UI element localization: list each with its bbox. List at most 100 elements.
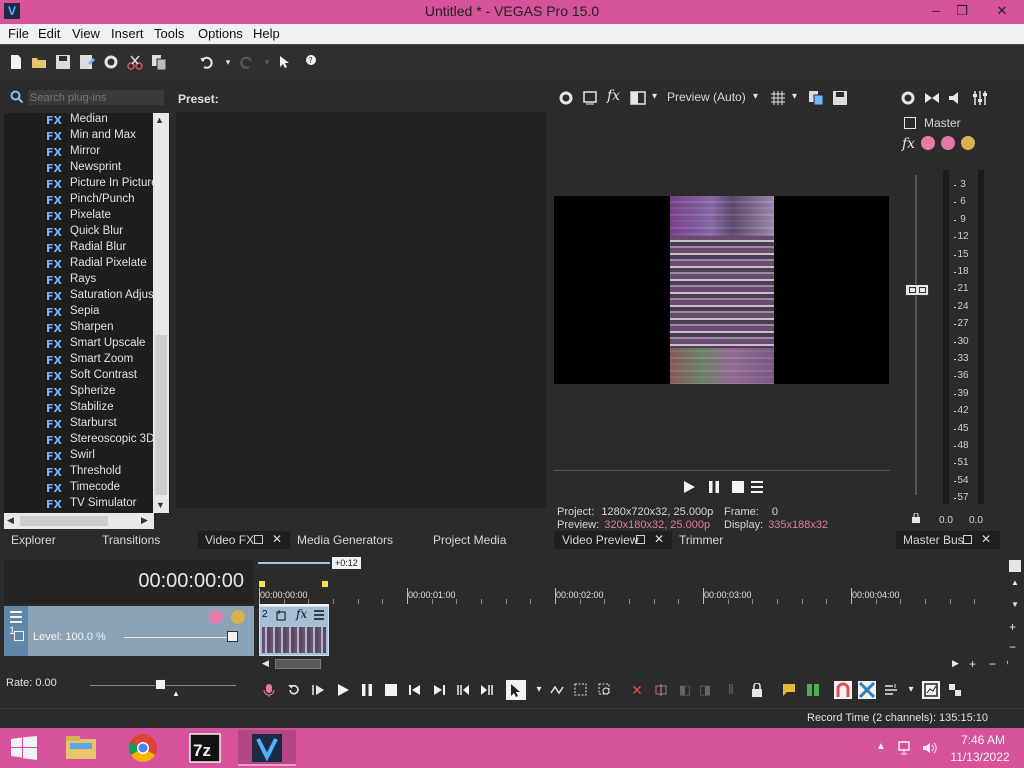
plugin-item[interactable]: FX Pixelate — [4, 209, 164, 225]
trim-start-icon[interactable]: ◧ — [678, 683, 692, 697]
level-slider-handle[interactable] — [227, 631, 238, 642]
preview-menu-icon[interactable] — [750, 480, 764, 494]
split-icon[interactable]: ⫴ — [724, 683, 738, 697]
lock-envelopes-to-events-icon[interactable] — [922, 681, 940, 699]
record-icon[interactable] — [262, 683, 276, 697]
properties-icon[interactable] — [103, 54, 119, 70]
clip-pan-crop-icon[interactable] — [276, 609, 288, 621]
plugin-item[interactable]: FX Picture In Picture — [4, 177, 164, 193]
stop-icon[interactable] — [384, 683, 398, 697]
close-button[interactable]: ✕ — [986, 0, 1018, 22]
loop-start-marker[interactable] — [259, 581, 265, 587]
preview-play-icon[interactable] — [682, 480, 696, 494]
track-menu-icon[interactable] — [9, 610, 23, 624]
track-expand-icon[interactable] — [14, 631, 24, 641]
master-fx-icon[interactable]: fx — [902, 136, 915, 152]
plugin-list-vscroll-thumb[interactable] — [155, 335, 167, 495]
timeline-hscroll[interactable]: ◀ ▶ + − — [259, 656, 1019, 672]
plugin-item[interactable]: FX Starburst — [4, 417, 164, 433]
scroll-right-icon[interactable]: ▶ — [141, 515, 148, 526]
preview-settings-icon[interactable] — [558, 90, 574, 106]
master-mute-box-icon[interactable] — [904, 117, 916, 129]
ripple-edit-icon[interactable] — [884, 683, 898, 697]
show-hidden-icons-icon[interactable]: ▲ — [876, 741, 886, 752]
mixer-settings-icon[interactable] — [900, 90, 916, 106]
master-fader-track[interactable] — [915, 175, 917, 495]
plugin-item[interactable]: FX Stabilize — [4, 401, 164, 417]
timeline-scroll-up-icon[interactable]: ▲ — [1011, 578, 1019, 587]
master-solo-icon[interactable] — [961, 136, 975, 150]
undock-icon[interactable] — [254, 535, 263, 544]
preview-stop-icon[interactable] — [731, 480, 745, 494]
undo-dropdown-icon[interactable]: ▾ — [220, 54, 236, 70]
pause-icon[interactable] — [360, 683, 374, 697]
zoom-in-icon[interactable]: + — [969, 657, 976, 671]
plugin-item[interactable]: FX Mirror — [4, 145, 164, 161]
lock-icon[interactable] — [911, 512, 921, 523]
menu-options[interactable]: Options — [198, 26, 243, 41]
new-icon[interactable] — [8, 54, 24, 70]
zoom-out-icon[interactable]: − — [989, 657, 996, 671]
undock-icon[interactable] — [636, 535, 645, 544]
tab-explorer[interactable]: Explorer — [11, 531, 56, 549]
timeline-hscroll-thumb[interactable] — [275, 659, 321, 669]
lock-envelopes-icon[interactable] — [750, 682, 764, 697]
close-tab-icon[interactable]: ✕ — [654, 532, 664, 546]
track-zoom-in-icon[interactable]: + — [1009, 620, 1016, 634]
track-solo-icon[interactable] — [231, 610, 245, 624]
menu-insert[interactable]: Insert — [111, 26, 144, 41]
scroll-left-icon[interactable]: ◀ — [7, 515, 14, 526]
tab-video-fx-active[interactable]: Video FX ✕ — [198, 531, 290, 549]
trim-icon[interactable] — [654, 683, 668, 697]
delete-icon[interactable]: ✕ — [630, 683, 644, 697]
zoom-tool-transport-icon[interactable] — [598, 683, 612, 697]
level-slider-track[interactable] — [124, 637, 234, 638]
menu-tools[interactable]: Tools — [154, 26, 184, 41]
preview-pause-icon[interactable] — [707, 480, 721, 494]
split-screen-icon[interactable] — [630, 90, 646, 106]
loop-end-marker[interactable] — [322, 581, 328, 587]
plugin-item[interactable]: FX Pinch/Punch — [4, 193, 164, 209]
ripple-dropdown-icon[interactable]: ▾ — [904, 683, 918, 697]
menu-edit[interactable]: Edit — [38, 26, 60, 41]
plugin-item[interactable]: FX Radial Pixelate — [4, 257, 164, 273]
envelope-tool-icon[interactable] — [550, 683, 564, 697]
track-lane[interactable] — [254, 606, 1008, 656]
clock-time[interactable]: 7:46 AM — [955, 733, 1011, 747]
open-icon[interactable] — [31, 54, 47, 70]
redo-dropdown-icon[interactable]: ▾ — [259, 54, 275, 70]
insert-marker-icon[interactable] — [782, 683, 796, 697]
preview-quality[interactable]: Preview (Auto) — [667, 90, 746, 104]
timeline-scroll-right-icon[interactable]: ▶ — [952, 658, 959, 669]
overlays-dropdown-icon[interactable]: ▾ — [792, 91, 797, 102]
plugin-item[interactable]: FX Timecode — [4, 481, 164, 497]
plugin-item[interactable]: FX Threshold — [4, 465, 164, 481]
menu-view[interactable]: View — [72, 26, 100, 41]
clip-menu-icon[interactable] — [313, 609, 325, 621]
tab-transitions[interactable]: Transitions — [102, 531, 160, 549]
copy-snapshot-icon[interactable] — [808, 90, 824, 106]
tab-master-bus-active[interactable]: Master Bus ✕ — [896, 531, 1000, 549]
scroll-down-icon[interactable]: ▼ — [156, 500, 165, 510]
mixer-faders-icon[interactable] — [972, 90, 988, 106]
plugin-list-vscroll[interactable]: ▲ ▼ — [153, 113, 169, 513]
master-mute-icon[interactable] — [941, 136, 955, 150]
save-snapshot-icon[interactable] — [832, 90, 848, 106]
close-tab-icon[interactable]: ✕ — [981, 532, 991, 546]
tab-video-preview[interactable]: Video Preview — [562, 531, 639, 549]
go-to-end-icon[interactable] — [432, 683, 446, 697]
vegas-taskbar-icon[interactable] — [238, 730, 296, 766]
trim-end-icon[interactable]: ◨ — [698, 683, 712, 697]
plugin-item[interactable]: FX Spherize — [4, 385, 164, 401]
network-icon[interactable] — [898, 740, 914, 756]
tab-media-generators[interactable]: Media Generators — [297, 531, 393, 549]
timeline-scroll-down-icon[interactable]: ▼ — [1011, 600, 1019, 609]
video-clip[interactable]: 2 fx — [259, 606, 329, 656]
timeline-vscroll[interactable]: ▲ ▼ + − — [1008, 560, 1022, 672]
quality-dropdown-icon[interactable]: ▾ — [753, 91, 758, 102]
plugin-list-hscroll[interactable]: ◀ ▶ — [4, 513, 154, 529]
loop-playback-icon[interactable] — [287, 683, 301, 697]
plugin-item[interactable]: FX Saturation Adjust — [4, 289, 164, 305]
tab-video-fx[interactable]: Video FX — [205, 531, 254, 549]
plugin-item[interactable]: FX Newsprint — [4, 161, 164, 177]
